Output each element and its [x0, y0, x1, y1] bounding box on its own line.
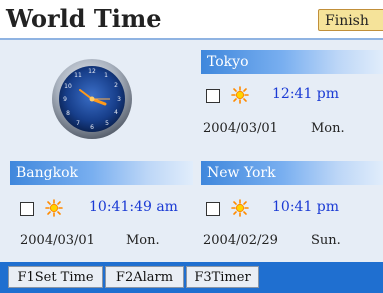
svg-text:5: 5 — [105, 120, 109, 127]
svg-text:8: 8 — [66, 110, 70, 117]
svg-text:3: 3 — [117, 96, 121, 103]
sun-icon — [231, 199, 249, 217]
city-header-newyork[interactable]: New York — [201, 161, 383, 185]
svg-text:9: 9 — [63, 96, 67, 103]
weekday-bangkok: Mon. — [126, 233, 160, 248]
header: World Time Finish — [0, 0, 383, 38]
svg-text:2: 2 — [114, 82, 118, 89]
world-time-window: World Time Finish 12 1 2 3 4 5 6 7 8 9 1… — [0, 0, 383, 293]
f3-timer-button[interactable]: F3Timer — [186, 266, 259, 288]
dst-checkbox-tokyo[interactable] — [206, 89, 220, 103]
function-key-bar: F1Set Time F2Alarm F3Timer — [0, 262, 383, 293]
f1-set-time-button[interactable]: F1Set Time — [8, 266, 103, 288]
svg-text:4: 4 — [114, 109, 118, 116]
svg-text:6: 6 — [90, 124, 94, 131]
dst-checkbox-bangkok[interactable] — [20, 202, 34, 216]
sun-icon — [231, 86, 249, 104]
date-bangkok: 2004/03/01 — [20, 233, 95, 248]
analog-clock-icon: 12 1 2 3 4 5 6 7 8 9 10 11 — [52, 59, 132, 139]
svg-text:11: 11 — [74, 72, 82, 79]
sun-icon — [45, 199, 63, 217]
city-header-tokyo[interactable]: Tokyo — [201, 50, 383, 74]
dst-checkbox-newyork[interactable] — [206, 202, 220, 216]
finish-button[interactable]: Finish — [318, 9, 383, 31]
svg-text:10: 10 — [64, 83, 72, 90]
svg-text:7: 7 — [76, 120, 80, 127]
weekday-newyork: Sun. — [311, 233, 341, 248]
svg-text:12: 12 — [88, 68, 96, 75]
date-tokyo: 2004/03/01 — [203, 121, 278, 136]
city-header-bangkok[interactable]: Bangkok — [10, 161, 193, 185]
f2-alarm-button[interactable]: F2Alarm — [105, 266, 184, 288]
time-bangkok: 10:41:49 am — [89, 199, 178, 215]
date-newyork: 2004/02/29 — [203, 233, 278, 248]
svg-text:1: 1 — [104, 72, 108, 79]
time-tokyo: 12:41 pm — [272, 86, 340, 102]
page-title: World Time — [6, 4, 162, 33]
weekday-tokyo: Mon. — [311, 121, 345, 136]
header-divider — [0, 38, 383, 40]
time-newyork: 10:41 pm — [272, 199, 340, 215]
